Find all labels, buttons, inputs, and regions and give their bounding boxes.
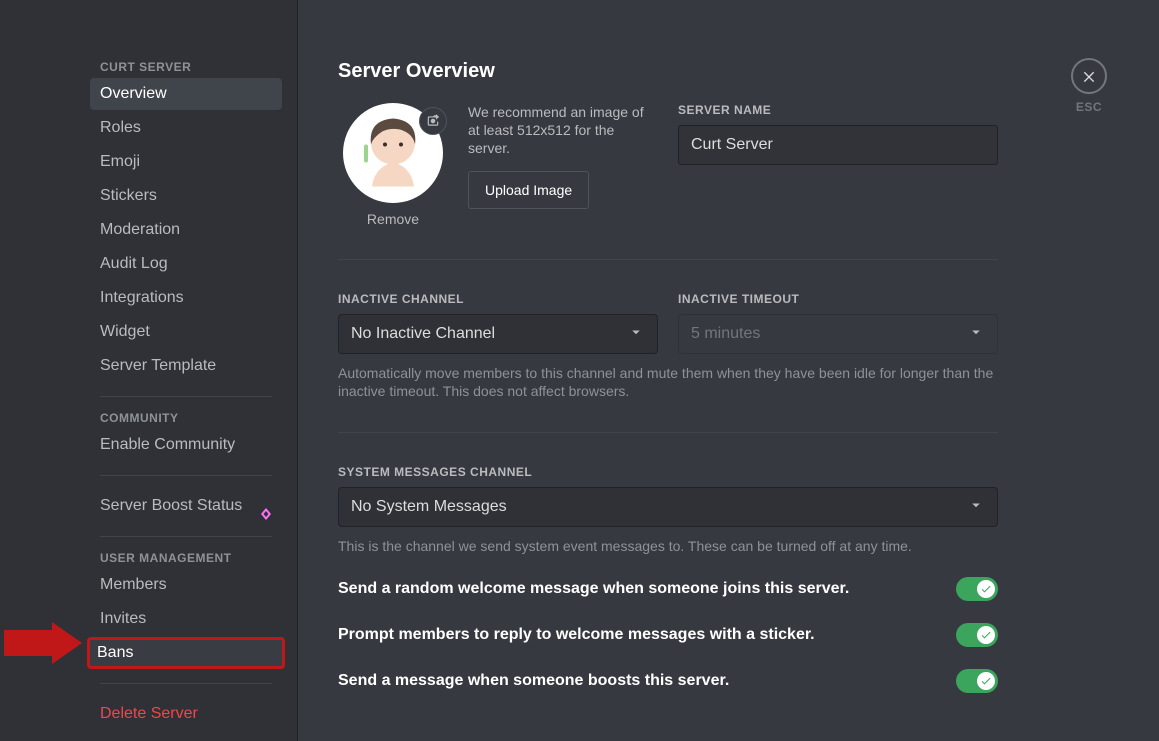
system-channel-label: SYSTEM MESSAGES CHANNEL: [338, 465, 998, 479]
sidebar-item-label: Audit Log: [100, 248, 168, 280]
sidebar-item-label: Delete Server: [100, 698, 198, 730]
sidebar-item-label: Bans: [97, 637, 133, 669]
sidebar-item-label: Roles: [100, 112, 141, 144]
system-channel-select[interactable]: No System Messages: [338, 487, 998, 527]
toggle-label-sticker: Prompt members to reply to welcome messa…: [338, 626, 815, 644]
system-help-text: This is the channel we send system event…: [338, 537, 998, 555]
chevron-down-icon: [967, 323, 985, 346]
sidebar-item-label: Enable Community: [100, 429, 235, 461]
inactive-channel-select[interactable]: No Inactive Channel: [338, 314, 658, 354]
sidebar-divider: [100, 396, 272, 397]
sidebar-header-server: CURT SERVER: [100, 60, 282, 74]
esc-label: ESC: [1071, 100, 1107, 114]
sidebar-item-stickers[interactable]: Stickers: [90, 180, 282, 212]
sidebar-item-label: Server Template: [100, 350, 216, 382]
sidebar-divider: [100, 536, 272, 537]
sidebar-item-label: Server Boost Status: [100, 490, 242, 522]
sidebar-item-server-template[interactable]: Server Template: [90, 350, 282, 382]
annotation-arrow: [4, 622, 82, 664]
sidebar-item-bans[interactable]: Bans: [87, 637, 285, 669]
toggle-sticker-prompt[interactable]: [956, 623, 998, 647]
sidebar-header-community: COMMUNITY: [100, 411, 282, 425]
chevron-down-icon: [967, 496, 985, 519]
toggle-boost-message[interactable]: [956, 669, 998, 693]
sidebar-item-server-boost[interactable]: Server Boost Status: [90, 490, 282, 522]
sidebar-item-label: Widget: [100, 316, 150, 348]
sidebar-item-delete-server[interactable]: Delete Server: [90, 698, 282, 730]
inactive-timeout-label: INACTIVE TIMEOUT: [678, 292, 998, 306]
sidebar-item-label: Invites: [100, 603, 146, 635]
section-divider: [338, 259, 998, 260]
main-content: Server Overview: [298, 0, 1159, 741]
select-value: 5 minutes: [691, 325, 760, 343]
select-value: No System Messages: [351, 498, 507, 516]
sidebar-item-widget[interactable]: Widget: [90, 316, 282, 348]
inactive-timeout-select: 5 minutes: [678, 314, 998, 354]
sidebar-item-audit-log[interactable]: Audit Log: [90, 248, 282, 280]
boost-icon: [260, 500, 272, 512]
sidebar-item-overview[interactable]: Overview: [90, 78, 282, 110]
toggle-knob: [977, 626, 995, 644]
sidebar-item-label: Members: [100, 569, 167, 601]
sidebar-item-roles[interactable]: Roles: [90, 112, 282, 144]
sidebar-item-moderation[interactable]: Moderation: [90, 214, 282, 246]
toggle-welcome-message[interactable]: [956, 577, 998, 601]
sidebar-item-emoji[interactable]: Emoji: [90, 146, 282, 178]
sidebar-item-integrations[interactable]: Integrations: [90, 282, 282, 314]
server-name-label: SERVER NAME: [678, 103, 998, 117]
close-icon: [1071, 58, 1107, 94]
upload-image-button[interactable]: Upload Image: [468, 171, 589, 209]
toggle-knob: [977, 672, 995, 690]
sidebar-item-label: Emoji: [100, 146, 140, 178]
sidebar-item-members[interactable]: Members: [90, 569, 282, 601]
remove-icon-button[interactable]: Remove: [338, 211, 448, 227]
server-name-input[interactable]: [678, 125, 998, 165]
inactive-help-text: Automatically move members to this chann…: [338, 364, 998, 400]
chevron-down-icon: [627, 323, 645, 346]
page-title: Server Overview: [338, 60, 998, 83]
section-divider: [338, 432, 998, 433]
sidebar-item-label: Moderation: [100, 214, 180, 246]
sidebar-item-enable-community[interactable]: Enable Community: [90, 429, 282, 461]
sidebar-divider: [100, 475, 272, 476]
close-settings-button[interactable]: ESC: [1071, 58, 1107, 114]
toggle-label-boost: Send a message when someone boosts this …: [338, 672, 729, 690]
upload-image-icon[interactable]: [419, 107, 447, 135]
sidebar-divider: [100, 683, 272, 684]
server-icon[interactable]: [343, 103, 443, 203]
sidebar-header-user-management: USER MANAGEMENT: [100, 551, 282, 565]
sidebar-item-label: Stickers: [100, 180, 157, 212]
toggle-label-welcome: Send a random welcome message when someo…: [338, 580, 849, 598]
sidebar-item-invites[interactable]: Invites: [90, 603, 282, 635]
toggle-knob: [977, 580, 995, 598]
sidebar-item-label: Overview: [100, 78, 167, 110]
inactive-channel-label: INACTIVE CHANNEL: [338, 292, 658, 306]
upload-hint: We recommend an image of at least 512x51…: [468, 103, 658, 157]
select-value: No Inactive Channel: [351, 325, 495, 343]
sidebar-item-label: Integrations: [100, 282, 184, 314]
